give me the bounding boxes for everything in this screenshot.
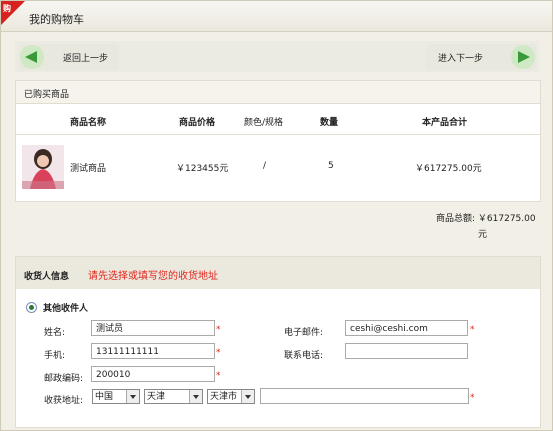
cart-items-header: 已购买商品	[16, 81, 540, 104]
other-recipient-label[interactable]: 其他收件人	[43, 301, 88, 314]
province-select[interactable]: 天津	[144, 389, 203, 404]
product-qty: 5	[328, 161, 334, 171]
name-label: 姓名:	[44, 328, 66, 338]
city-value: 天津市	[210, 392, 238, 402]
country-select[interactable]: 中国	[92, 389, 140, 404]
other-recipient-radio[interactable]	[26, 302, 37, 313]
chevron-down-icon	[126, 390, 139, 403]
next-step-button[interactable]: 进入下一步	[426, 44, 536, 70]
tel-label: 联系电话:	[284, 351, 324, 361]
street-address-input[interactable]	[260, 388, 469, 404]
arrow-right-icon	[511, 45, 535, 69]
product-subtotal: ￥617275.00元	[415, 164, 482, 174]
col-header-subtotal: 本产品合计	[422, 118, 468, 128]
product-thumbnail[interactable]	[22, 145, 64, 189]
chevron-down-icon	[189, 390, 202, 403]
country-value: 中国	[95, 392, 114, 402]
zip-input[interactable]: 200010	[91, 366, 215, 382]
col-header-price: 商品价格	[179, 118, 216, 128]
arrow-left-icon	[20, 45, 44, 69]
consignee-header: 收货人信息 请先选择或填写您的收货地址	[16, 257, 540, 289]
col-header-name: 商品名称	[70, 118, 107, 128]
total-label: 商品总额:	[436, 214, 476, 224]
name-input[interactable]: 测试员	[91, 320, 215, 336]
tel-input[interactable]	[345, 343, 468, 359]
cart-items-panel: 已购买商品 商品名称 商品价格 颜色/规格 数量 本产品合计 测试商品 ￥123…	[15, 80, 541, 202]
consignee-section-title: 收货人信息	[24, 272, 70, 282]
header-divider	[16, 134, 540, 135]
prev-step-label: 返回上一步	[63, 54, 109, 64]
consignee-panel: 收货人信息 请先选择或填写您的收货地址 其他收件人 姓名: 测试员 * 电子邮件…	[15, 256, 541, 428]
address-required-mark: *	[470, 393, 475, 403]
email-input[interactable]: ceshi@ceshi.com	[345, 320, 468, 336]
product-price: ￥123455元	[176, 164, 229, 174]
cart-section-title: 已购买商品	[24, 90, 70, 100]
page-title: 我的购物车	[29, 13, 84, 26]
phone-input[interactable]: 13111111111	[91, 343, 215, 359]
email-label: 电子邮件:	[284, 328, 324, 338]
chevron-down-icon	[241, 390, 254, 403]
total-value: ￥617275.00	[477, 214, 536, 224]
address-label: 收获地址:	[44, 396, 84, 406]
col-header-spec: 颜色/规格	[244, 118, 284, 128]
product-spec: /	[263, 161, 267, 171]
email-required-mark: *	[470, 325, 475, 335]
prev-step-button[interactable]: 返回上一步	[19, 44, 119, 70]
consignee-hint: 请先选择或填写您的收货地址	[88, 271, 218, 282]
title-bar: 购 我的购物车	[1, 1, 552, 32]
col-header-qty: 数量	[320, 118, 339, 128]
zip-label: 邮政编码:	[44, 374, 84, 384]
phone-label: 手机:	[44, 351, 66, 361]
product-name[interactable]: 测试商品	[70, 161, 106, 174]
total-unit: 元	[478, 230, 488, 240]
phone-required-mark: *	[216, 348, 221, 358]
cart-total: 商品总额: ￥617275.00 元	[436, 211, 536, 243]
city-select[interactable]: 天津市	[207, 389, 255, 404]
name-required-mark: *	[216, 325, 221, 335]
cart-badge: 购	[1, 1, 25, 25]
badge-text: 购	[3, 4, 11, 13]
zip-required-mark: *	[216, 371, 221, 381]
next-step-label: 进入下一步	[438, 54, 484, 64]
province-value: 天津	[147, 392, 166, 402]
cart-page: 购 我的购物车 返回上一步 进入下一步 已购买商品 商品名称 商品价格 颜色/规…	[0, 0, 553, 431]
product-image	[22, 145, 64, 189]
